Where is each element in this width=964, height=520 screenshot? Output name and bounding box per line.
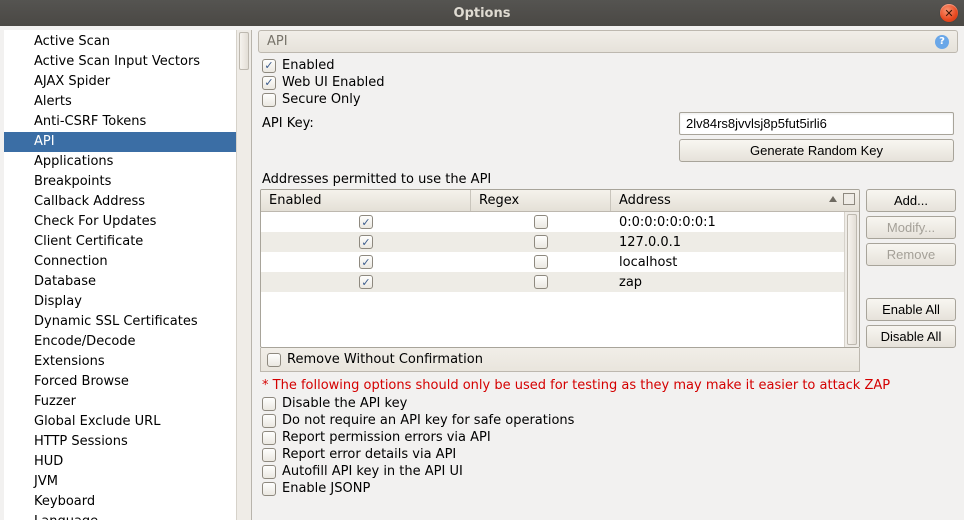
- row-address: 127.0.0.1: [611, 235, 844, 250]
- danger-option-checkbox[interactable]: [262, 465, 276, 479]
- col-regex[interactable]: Regex: [471, 190, 611, 211]
- addresses-table: Enabled Regex Address 0:0:0:0:0:0:0:1 127…: [260, 189, 860, 348]
- sidebar-item[interactable]: Anti-CSRF Tokens: [4, 112, 236, 132]
- row-regex-checkbox[interactable]: [534, 235, 548, 249]
- secure-checkbox[interactable]: [262, 93, 276, 107]
- remove-button[interactable]: Remove: [866, 243, 956, 266]
- enabled-checkbox[interactable]: [262, 59, 276, 73]
- disable-all-button[interactable]: Disable All: [866, 325, 956, 348]
- scrollbar-thumb[interactable]: [847, 214, 857, 345]
- danger-option-label: Autofill API key in the API UI: [282, 464, 463, 479]
- sidebar-item[interactable]: Display: [4, 292, 236, 312]
- sidebar-item[interactable]: HTTP Sessions: [4, 432, 236, 452]
- sidebar-item[interactable]: Fuzzer: [4, 392, 236, 412]
- sidebar-item[interactable]: HUD: [4, 452, 236, 472]
- sidebar-container: Active ScanActive Scan Input VectorsAJAX…: [4, 30, 252, 520]
- sidebar-item[interactable]: Global Exclude URL: [4, 412, 236, 432]
- webui-label: Web UI Enabled: [282, 75, 385, 90]
- sort-asc-icon: [829, 196, 837, 202]
- danger-option-checkbox[interactable]: [262, 397, 276, 411]
- panel-header: API ?: [258, 30, 958, 53]
- sidebar: Active ScanActive Scan Input VectorsAJAX…: [4, 30, 236, 520]
- panel-title: API: [267, 34, 288, 49]
- table-scrollbar[interactable]: [844, 212, 859, 347]
- sidebar-item[interactable]: Callback Address: [4, 192, 236, 212]
- api-key-input[interactable]: [679, 112, 954, 135]
- sidebar-item[interactable]: Alerts: [4, 92, 236, 112]
- row-address: localhost: [611, 255, 844, 270]
- danger-option-label: Do not require an API key for safe opera…: [282, 413, 574, 428]
- modify-button[interactable]: Modify...: [866, 216, 956, 239]
- row-address: zap: [611, 275, 844, 290]
- secure-label: Secure Only: [282, 92, 361, 107]
- enable-all-button[interactable]: Enable All: [866, 298, 956, 321]
- danger-option-label: Disable the API key: [282, 396, 407, 411]
- row-regex-checkbox[interactable]: [534, 275, 548, 289]
- danger-option-checkbox[interactable]: [262, 448, 276, 462]
- sidebar-item[interactable]: Check For Updates: [4, 212, 236, 232]
- column-picker-icon[interactable]: [843, 193, 855, 205]
- table-header: Enabled Regex Address: [261, 190, 859, 212]
- remove-noconfirm-checkbox[interactable]: [267, 353, 281, 367]
- col-address[interactable]: Address: [611, 190, 859, 211]
- sidebar-item[interactable]: Extensions: [4, 352, 236, 372]
- api-key-label: API Key:: [262, 116, 314, 131]
- warning-text: * The following options should only be u…: [258, 372, 958, 395]
- row-regex-checkbox[interactable]: [534, 215, 548, 229]
- danger-option-label: Report permission errors via API: [282, 430, 491, 445]
- sidebar-item[interactable]: Client Certificate: [4, 232, 236, 252]
- table-row[interactable]: localhost: [261, 252, 844, 272]
- generate-key-button[interactable]: Generate Random Key: [679, 139, 954, 162]
- webui-checkbox[interactable]: [262, 76, 276, 90]
- danger-option-label: Enable JSONP: [282, 481, 370, 496]
- danger-option-label: Report error details via API: [282, 447, 456, 462]
- table-row[interactable]: 127.0.0.1: [261, 232, 844, 252]
- row-enabled-checkbox[interactable]: [359, 215, 373, 229]
- danger-option-checkbox[interactable]: [262, 431, 276, 445]
- window-title: Options: [454, 6, 511, 21]
- danger-option-checkbox[interactable]: [262, 482, 276, 496]
- sidebar-item[interactable]: Language: [4, 512, 236, 520]
- sidebar-item[interactable]: Forced Browse: [4, 372, 236, 392]
- title-bar: Options ✕: [0, 0, 964, 26]
- content: Active ScanActive Scan Input VectorsAJAX…: [0, 26, 964, 520]
- danger-option-checkbox[interactable]: [262, 414, 276, 428]
- sidebar-item[interactable]: API: [4, 132, 236, 152]
- sidebar-item[interactable]: Active Scan Input Vectors: [4, 52, 236, 72]
- scrollbar-thumb[interactable]: [239, 32, 249, 70]
- sidebar-item[interactable]: Connection: [4, 252, 236, 272]
- row-enabled-checkbox[interactable]: [359, 235, 373, 249]
- sidebar-item[interactable]: Active Scan: [4, 32, 236, 52]
- table-side-buttons: Add... Modify... Remove Enable All Disab…: [866, 189, 956, 348]
- table-row[interactable]: zap: [261, 272, 844, 292]
- sidebar-item[interactable]: Database: [4, 272, 236, 292]
- table-row[interactable]: 0:0:0:0:0:0:0:1: [261, 212, 844, 232]
- remove-noconfirm-label: Remove Without Confirmation: [287, 352, 483, 367]
- main-panel: API ? Enabled Web UI Enabled Secure Only…: [252, 26, 964, 520]
- col-enabled[interactable]: Enabled: [261, 190, 471, 211]
- row-address: 0:0:0:0:0:0:0:1: [611, 215, 844, 230]
- table-body: 0:0:0:0:0:0:0:1 127.0.0.1 localhost zap: [261, 212, 844, 347]
- sidebar-item[interactable]: Encode/Decode: [4, 332, 236, 352]
- sidebar-item[interactable]: JVM: [4, 472, 236, 492]
- sidebar-item[interactable]: Dynamic SSL Certificates: [4, 312, 236, 332]
- addresses-label: Addresses permitted to use the API: [258, 166, 958, 189]
- close-icon[interactable]: ✕: [940, 4, 958, 22]
- add-button[interactable]: Add...: [866, 189, 956, 212]
- sidebar-item[interactable]: AJAX Spider: [4, 72, 236, 92]
- row-enabled-checkbox[interactable]: [359, 255, 373, 269]
- sidebar-item[interactable]: Applications: [4, 152, 236, 172]
- sidebar-item[interactable]: Keyboard: [4, 492, 236, 512]
- help-icon[interactable]: ?: [935, 35, 949, 49]
- row-enabled-checkbox[interactable]: [359, 275, 373, 289]
- sidebar-item[interactable]: Breakpoints: [4, 172, 236, 192]
- row-regex-checkbox[interactable]: [534, 255, 548, 269]
- enabled-label: Enabled: [282, 58, 335, 73]
- sidebar-scrollbar[interactable]: [236, 30, 251, 520]
